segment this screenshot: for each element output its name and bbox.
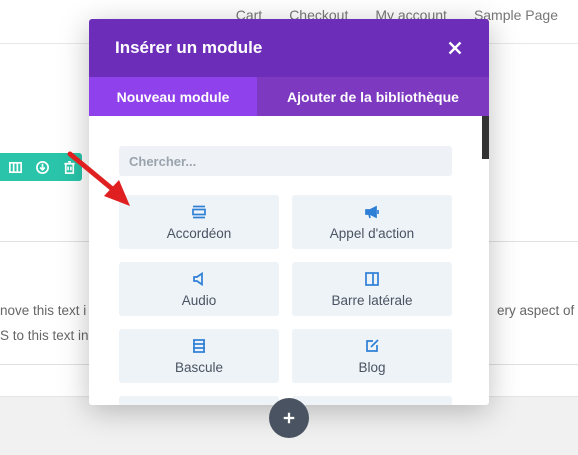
accordion-icon bbox=[191, 204, 207, 220]
close-icon bbox=[448, 41, 462, 55]
modal-title: Insérer un module bbox=[115, 38, 263, 57]
body-text-fragment: ery aspect of t bbox=[497, 303, 578, 318]
blog-icon bbox=[364, 338, 380, 354]
search-input[interactable] bbox=[119, 146, 452, 176]
module-tile-sidebar[interactable]: Barre latérale bbox=[292, 262, 452, 316]
toggle-icon bbox=[191, 338, 207, 354]
module-label: Audio bbox=[181, 292, 217, 308]
module-tile-toggle[interactable]: Bascule bbox=[119, 329, 279, 383]
plus-icon bbox=[283, 412, 295, 424]
add-row-button[interactable] bbox=[269, 398, 309, 438]
module-tile-audio[interactable]: Audio bbox=[119, 262, 279, 316]
megaphone-icon bbox=[364, 204, 380, 220]
body-text-fragment: S to this text in bbox=[0, 328, 89, 343]
module-tile-call-to-action[interactable]: Appel d'action bbox=[292, 195, 452, 249]
columns-icon[interactable] bbox=[6, 158, 24, 176]
module-tile-blog[interactable]: Blog bbox=[292, 329, 452, 383]
module-label: Blog bbox=[358, 359, 386, 375]
insert-module-modal: Insérer un module Nouveau module Ajouter… bbox=[89, 19, 489, 405]
scrollbar[interactable] bbox=[482, 116, 489, 159]
modal-header: Insérer un module bbox=[89, 19, 489, 77]
sidebar-icon bbox=[364, 271, 380, 287]
save-icon[interactable] bbox=[33, 158, 51, 176]
close-button[interactable] bbox=[445, 38, 465, 58]
module-label: Accordéon bbox=[166, 225, 232, 241]
module-tile[interactable] bbox=[119, 396, 279, 405]
annotation-arrow-icon bbox=[67, 151, 130, 206]
tab-add-from-library[interactable]: Ajouter de la bibliothèque bbox=[257, 77, 489, 116]
module-label: Bascule bbox=[174, 359, 224, 375]
body-text-fragment: nove this text i bbox=[0, 303, 87, 318]
speaker-icon bbox=[191, 271, 207, 287]
modal-tabs: Nouveau module Ajouter de la bibliothèqu… bbox=[89, 77, 489, 116]
module-label: Appel d'action bbox=[329, 225, 415, 241]
tab-new-module[interactable]: Nouveau module bbox=[89, 77, 257, 116]
module-label: Barre latérale bbox=[331, 292, 413, 308]
module-tile[interactable] bbox=[292, 396, 452, 405]
modal-body: Accordéon Appel d'action Audio Barre lat… bbox=[89, 116, 489, 405]
module-grid: Accordéon Appel d'action Audio Barre lat… bbox=[119, 195, 452, 405]
